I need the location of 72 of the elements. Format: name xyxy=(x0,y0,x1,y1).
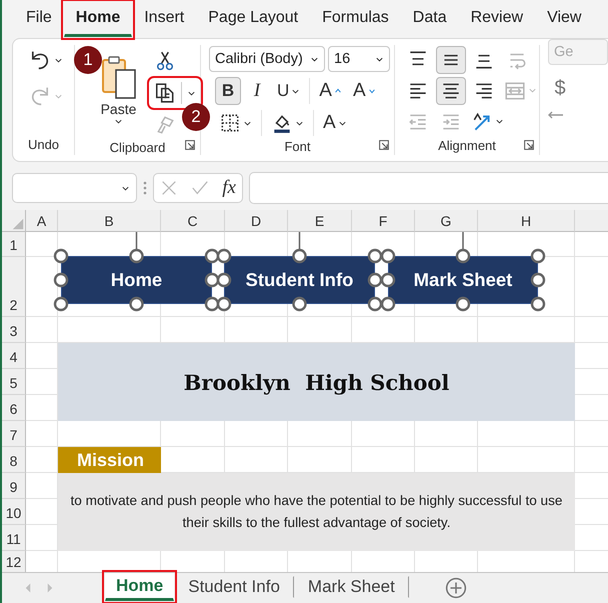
add-sheet-button[interactable] xyxy=(444,577,467,599)
font-name-dropdown[interactable]: Calibri (Body) xyxy=(209,46,325,72)
dialog-launcher-icon xyxy=(379,140,389,150)
font-color-button[interactable]: A xyxy=(319,109,351,137)
ribbon-tab[interactable]: Insert xyxy=(132,2,196,36)
scroll-left-icon xyxy=(24,582,32,594)
dialog-launcher-button[interactable] xyxy=(184,139,196,151)
row-header[interactable]: 2 xyxy=(2,257,26,317)
align-middle-button[interactable] xyxy=(436,46,466,74)
arrow-down-icon xyxy=(368,87,376,95)
italic-button[interactable]: I xyxy=(244,77,270,105)
row-header[interactable]: 1 xyxy=(2,232,26,257)
arrow-up-icon xyxy=(334,87,342,95)
sheet-tab[interactable]: Mark Sheet xyxy=(294,576,409,598)
mission-text: to motivate and push people who have the potential to be highly successful to use their skills to the fullest advantage of society. xyxy=(58,473,575,551)
currency-button[interactable]: $ xyxy=(548,75,572,101)
caret-icon xyxy=(495,117,504,126)
clipboard-icon xyxy=(100,54,138,100)
copy-button[interactable] xyxy=(150,79,200,107)
borders-icon xyxy=(219,112,241,134)
navigation-shape[interactable]: Student Info xyxy=(224,256,375,304)
check-icon xyxy=(190,179,210,197)
group-label: Font xyxy=(284,138,310,154)
row-header[interactable]: 9 xyxy=(2,473,26,499)
row-header[interactable]: 6 xyxy=(2,395,26,421)
group-label: Alignment xyxy=(438,138,496,153)
ribbon-tab[interactable]: Formulas xyxy=(310,2,401,36)
dialog-launcher-icon xyxy=(185,140,195,150)
dialog-launcher-button[interactable] xyxy=(378,139,390,151)
ribbon-tab[interactable]: Data xyxy=(400,2,459,36)
row-header[interactable]: 5 xyxy=(2,369,26,395)
group-label: Clipboard xyxy=(110,140,166,154)
font-size-dropdown[interactable]: 16 xyxy=(328,46,390,72)
ribbon-tab[interactable]: File xyxy=(14,2,64,36)
insert-function-button[interactable]: fx xyxy=(222,177,236,199)
mission-heading: Mission xyxy=(58,447,161,473)
caret-icon xyxy=(528,86,537,95)
selection-handles-drawing[interactable] xyxy=(380,231,546,312)
dialog-launcher-button[interactable] xyxy=(523,139,535,151)
selection-handles-drawing[interactable] xyxy=(53,231,220,312)
shrink-button[interactable]: A xyxy=(348,77,380,105)
plus-circle-icon xyxy=(444,577,467,599)
scissors-icon xyxy=(154,50,176,72)
row-header[interactable]: 8 xyxy=(2,447,26,473)
row-header[interactable]: 11 xyxy=(2,525,26,551)
ribbon-tab[interactable]: Page Layout xyxy=(196,2,310,36)
row-header[interactable]: 12 xyxy=(2,551,26,574)
navigation-shape[interactable]: Mark Sheet xyxy=(388,256,538,304)
merge-cells-icon xyxy=(504,80,526,102)
underline-button[interactable]: U xyxy=(273,77,304,105)
sheet-tab[interactable]: Student Info xyxy=(174,576,294,598)
ribbon-tab[interactable]: View xyxy=(535,2,594,36)
grow-button[interactable]: A xyxy=(315,77,346,105)
bold-button[interactable]: B xyxy=(215,77,241,105)
scroll-right-icon xyxy=(46,582,54,594)
sheet-tab[interactable]: Home xyxy=(105,573,174,601)
copy-icon xyxy=(154,82,176,104)
selection-handles-drawing[interactable] xyxy=(216,231,383,312)
decimal-arrow-icon xyxy=(548,111,564,119)
row-header[interactable]: 7 xyxy=(2,421,26,447)
dialog-launcher-icon xyxy=(524,140,534,150)
row-header[interactable]: 4 xyxy=(2,343,26,369)
grip-dots-icon xyxy=(143,180,147,196)
row-header[interactable]: 3 xyxy=(2,317,26,343)
group-label: Undo xyxy=(28,136,60,152)
title-cell: Brooklyn High School xyxy=(58,343,575,421)
align-center-button[interactable] xyxy=(436,76,466,104)
row-header[interactable]: 10 xyxy=(2,499,26,525)
formula-input[interactable] xyxy=(249,172,608,204)
navigation-shape[interactable]: Home xyxy=(61,256,212,304)
cancel-icon xyxy=(160,179,178,197)
ribbon-tab[interactable]: Review xyxy=(458,2,536,36)
